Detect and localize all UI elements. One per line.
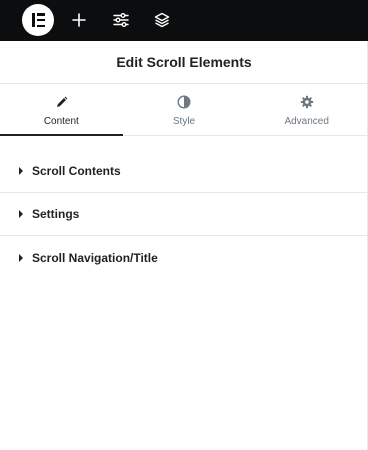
plus-icon (72, 13, 86, 27)
panel-tabs: Content Style Advanced (0, 84, 368, 136)
add-element-button[interactable] (67, 8, 91, 32)
site-settings-button[interactable] (109, 8, 133, 32)
tab-label: Content (43, 116, 79, 127)
sliders-icon (113, 13, 129, 27)
tab-style[interactable]: Style (123, 84, 246, 135)
section-label: Scroll Contents (32, 164, 121, 178)
structure-button[interactable] (150, 8, 174, 32)
half-circle-icon (177, 95, 191, 109)
tab-content[interactable]: Content (0, 84, 123, 136)
tab-advanced[interactable]: Advanced (245, 84, 368, 135)
elementor-logo-icon[interactable] (22, 4, 54, 36)
section-scroll-contents[interactable]: Scroll Contents (0, 150, 368, 193)
top-bar (0, 0, 368, 41)
caret-right-icon (19, 210, 23, 218)
section-label: Scroll Navigation/Title (32, 250, 158, 265)
pencil-icon (54, 95, 68, 109)
panel-header: Edit Scroll Elements (0, 41, 368, 84)
section-scroll-navigation-title[interactable]: Scroll Navigation/Title (0, 236, 368, 279)
caret-right-icon (19, 253, 23, 262)
panel-title: Edit Scroll Elements (116, 54, 252, 70)
tab-label: Advanced (284, 116, 329, 127)
tab-label: Style (172, 116, 196, 127)
control-sections: Scroll Contents Settings Scroll Navigati… (0, 150, 368, 279)
layers-icon (154, 12, 170, 28)
gear-icon (300, 95, 314, 109)
section-settings[interactable]: Settings (0, 193, 368, 236)
section-label: Settings (32, 207, 80, 221)
caret-right-icon (19, 167, 23, 175)
